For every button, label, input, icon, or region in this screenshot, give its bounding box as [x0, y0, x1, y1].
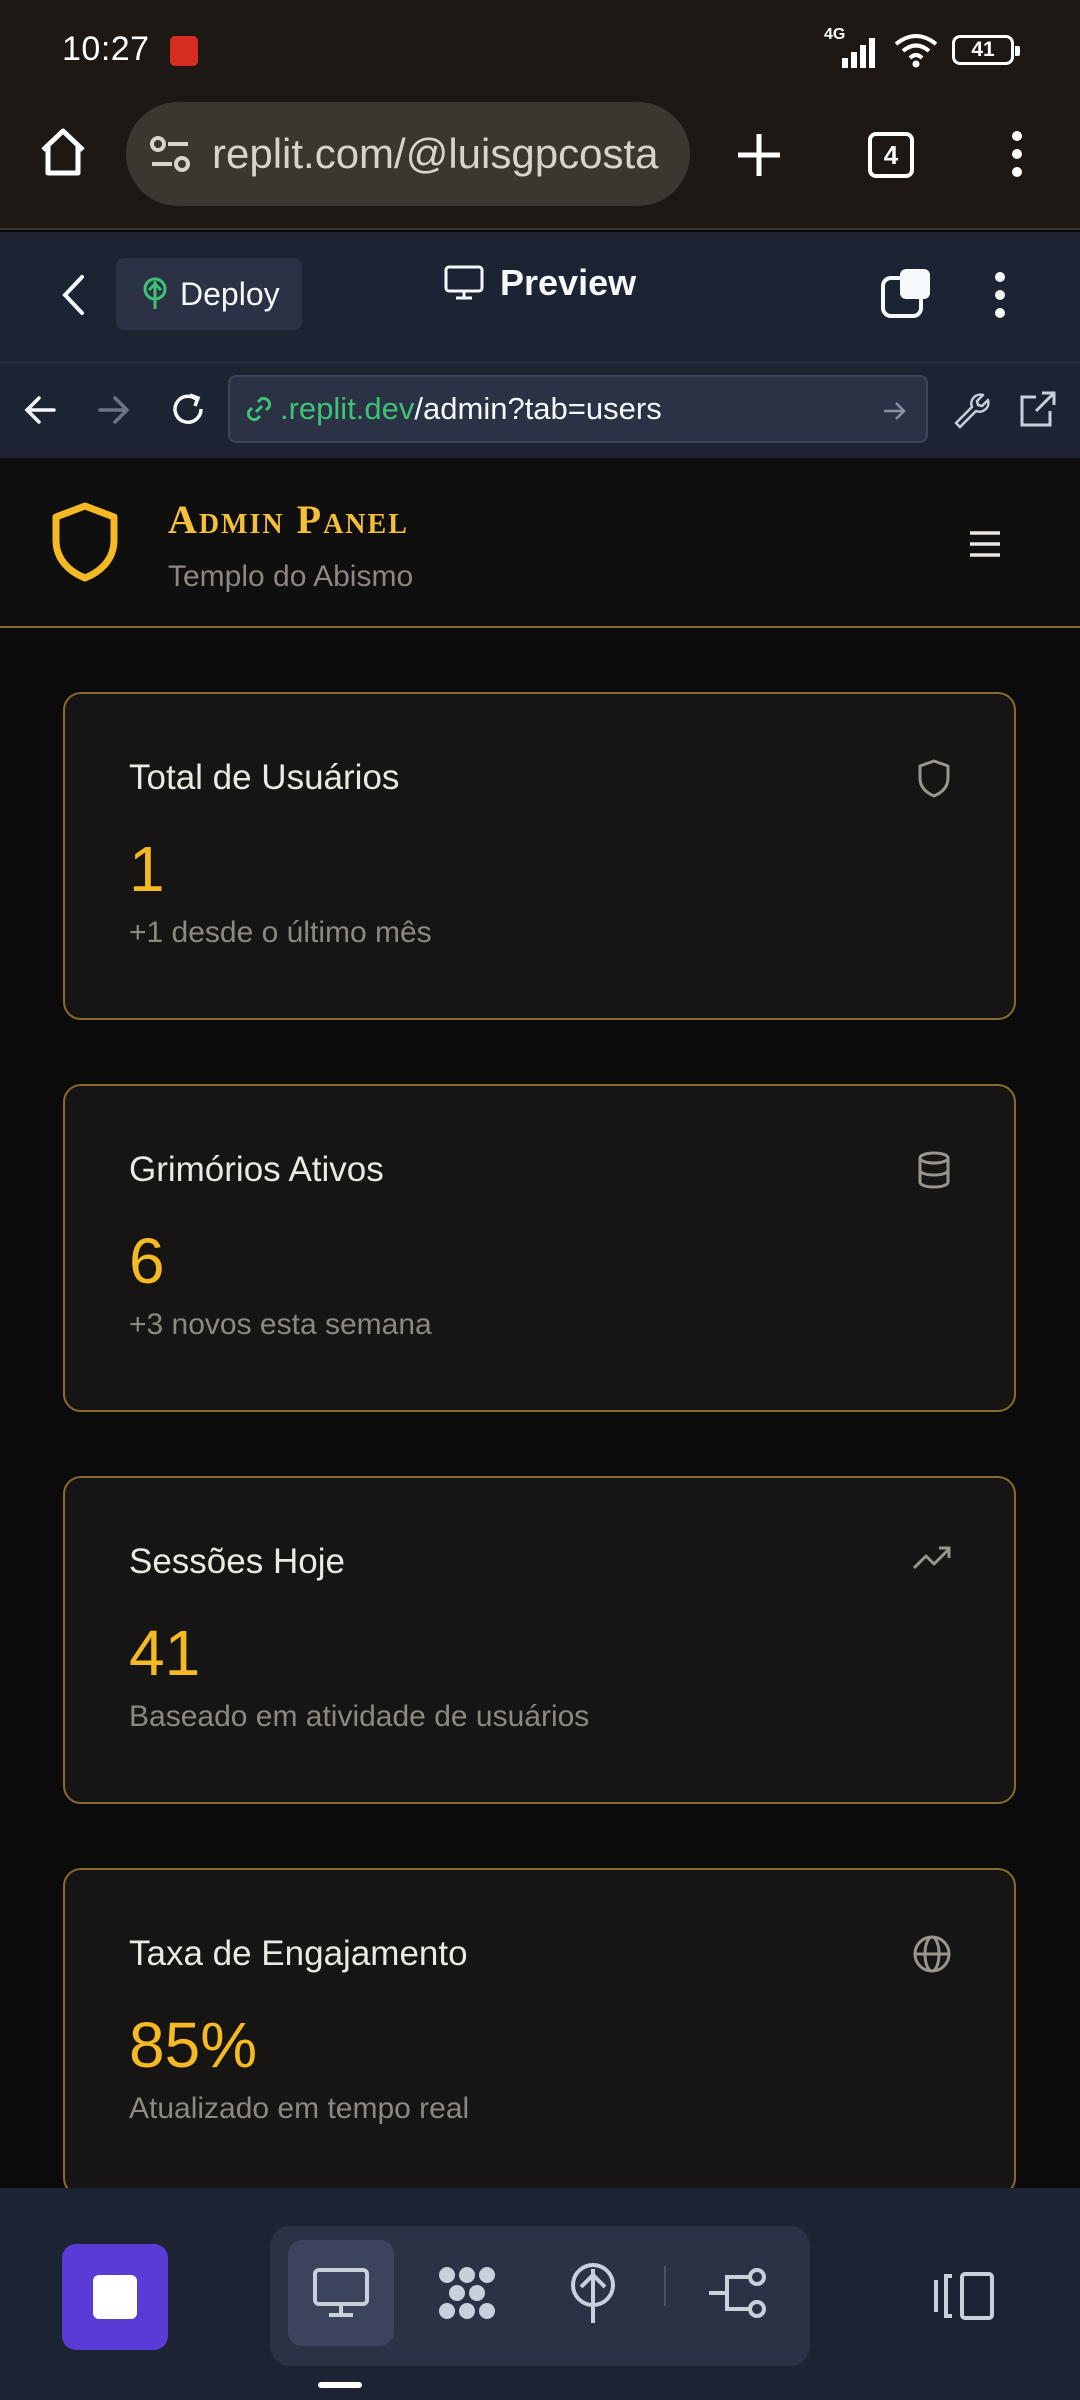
network-type: 4G — [824, 26, 846, 43]
webview-address-bar: .replit.dev /admin?tab=users — [0, 362, 1080, 458]
stat-subtitle: Atualizado em tempo real — [129, 2092, 470, 2125]
packages-icon — [439, 2267, 495, 2319]
signal-icon: 4G — [824, 26, 880, 70]
wifi-icon — [894, 34, 938, 68]
preview-tab-title: Preview — [444, 262, 636, 304]
browser-url-bar[interactable]: replit.com/@luisgpcosta — [126, 102, 690, 206]
app-title: Admin Panel — [168, 497, 409, 542]
go-arrow-icon[interactable] — [882, 399, 908, 423]
stat-value: 1 — [129, 833, 165, 905]
tool-divider — [664, 2266, 666, 2306]
stop-icon — [93, 2275, 137, 2319]
replit-menu-icon[interactable] — [992, 270, 1008, 320]
browser-toolbar: replit.com/@luisgpcosta 4 — [0, 100, 1080, 230]
dashboard-content: Total de Usuários 1 +1 desde o último mê… — [0, 630, 1080, 2190]
stat-card-total-users: Total de Usuários 1 +1 desde o último mê… — [63, 692, 1016, 1020]
admin-header: Admin Panel Templo do Abismo — [0, 458, 1080, 628]
stat-title: Grimórios Ativos — [129, 1150, 384, 1189]
stop-button[interactable] — [62, 2244, 168, 2350]
home-indicator[interactable] — [318, 2382, 362, 2388]
forward-arrow-icon[interactable] — [96, 393, 130, 427]
back-chevron-icon[interactable] — [60, 274, 86, 316]
tool-deploy-button[interactable] — [540, 2240, 646, 2346]
stat-card-sessions-today: Sessões Hoje 41 Baseado em atividade de … — [63, 1476, 1016, 1804]
url-path: /admin?tab=users — [414, 391, 662, 426]
replit-bottom-toolbar — [0, 2188, 1080, 2400]
site-settings-icon[interactable] — [148, 134, 192, 174]
toggle-layout-icon[interactable] — [932, 2268, 998, 2324]
database-icon — [918, 1151, 950, 1189]
replit-header: Deploy Preview — [0, 232, 1080, 362]
stat-title: Taxa de Engajamento — [129, 1934, 468, 1973]
trending-up-icon — [912, 1546, 951, 1570]
battery-level: 41 — [971, 38, 995, 61]
reload-icon[interactable] — [168, 389, 208, 429]
tool-preview-button[interactable] — [288, 2240, 394, 2346]
stat-value: 6 — [129, 1225, 165, 1297]
link-icon — [246, 396, 272, 422]
tab-switcher-button[interactable]: 4 — [868, 132, 914, 178]
git-branch-icon — [709, 2268, 766, 2318]
status-time: 10:27 — [62, 30, 150, 68]
monitor-icon — [313, 2268, 369, 2317]
stat-subtitle: +1 desde o último mês — [129, 916, 432, 949]
shield-icon — [918, 759, 950, 798]
open-external-icon[interactable] — [1018, 389, 1058, 429]
app-subtitle: Templo do Abismo — [168, 560, 414, 593]
tool-switcher — [270, 2226, 810, 2366]
tabs-overview-icon[interactable] — [880, 266, 934, 320]
tab-count: 4 — [883, 139, 899, 170]
stat-value: 41 — [129, 1617, 201, 1689]
tool-packages-button[interactable] — [414, 2240, 520, 2346]
notification-app-icon — [170, 36, 198, 66]
deploy-icon — [143, 277, 167, 309]
stat-value: 85% — [129, 2009, 258, 2081]
status-bar: 10:27 4G 41 — [0, 0, 1080, 100]
stat-subtitle: +3 novos esta semana — [129, 1308, 432, 1341]
browser-menu-icon[interactable] — [1008, 128, 1026, 180]
shield-logo-icon — [52, 502, 118, 582]
home-icon[interactable] — [38, 126, 88, 178]
status-indicators: 4G 41 — [824, 26, 1020, 70]
back-arrow-icon[interactable] — [24, 393, 58, 427]
battery-indicator: 41 — [952, 35, 1020, 65]
globe-icon — [913, 1935, 951, 1973]
preview-label: Preview — [500, 262, 637, 303]
stat-title: Total de Usuários — [129, 758, 400, 797]
monitor-icon — [444, 265, 484, 300]
deploy-button[interactable]: Deploy — [116, 258, 302, 330]
devtools-wrench-icon[interactable] — [950, 389, 990, 429]
stat-title: Sessões Hoje — [129, 1542, 345, 1581]
stat-card-active-grimoires: Grimórios Ativos 6 +3 novos esta semana — [63, 1084, 1016, 1412]
new-tab-icon[interactable] — [734, 130, 784, 180]
stat-card-engagement-rate: Taxa de Engajamento 85% Atualizado em te… — [63, 1868, 1016, 2190]
stat-subtitle: Baseado em atividade de usuários — [129, 1700, 590, 1733]
hamburger-menu-icon[interactable] — [968, 530, 1002, 558]
deploy-label: Deploy — [180, 275, 280, 312]
webview-url-input[interactable]: .replit.dev /admin?tab=users — [228, 375, 928, 443]
browser-url-text: replit.com/@luisgpcosta — [212, 130, 659, 177]
tool-git-button[interactable] — [686, 2240, 792, 2346]
deploy-icon — [571, 2263, 615, 2323]
url-domain: .replit.dev — [280, 391, 415, 426]
